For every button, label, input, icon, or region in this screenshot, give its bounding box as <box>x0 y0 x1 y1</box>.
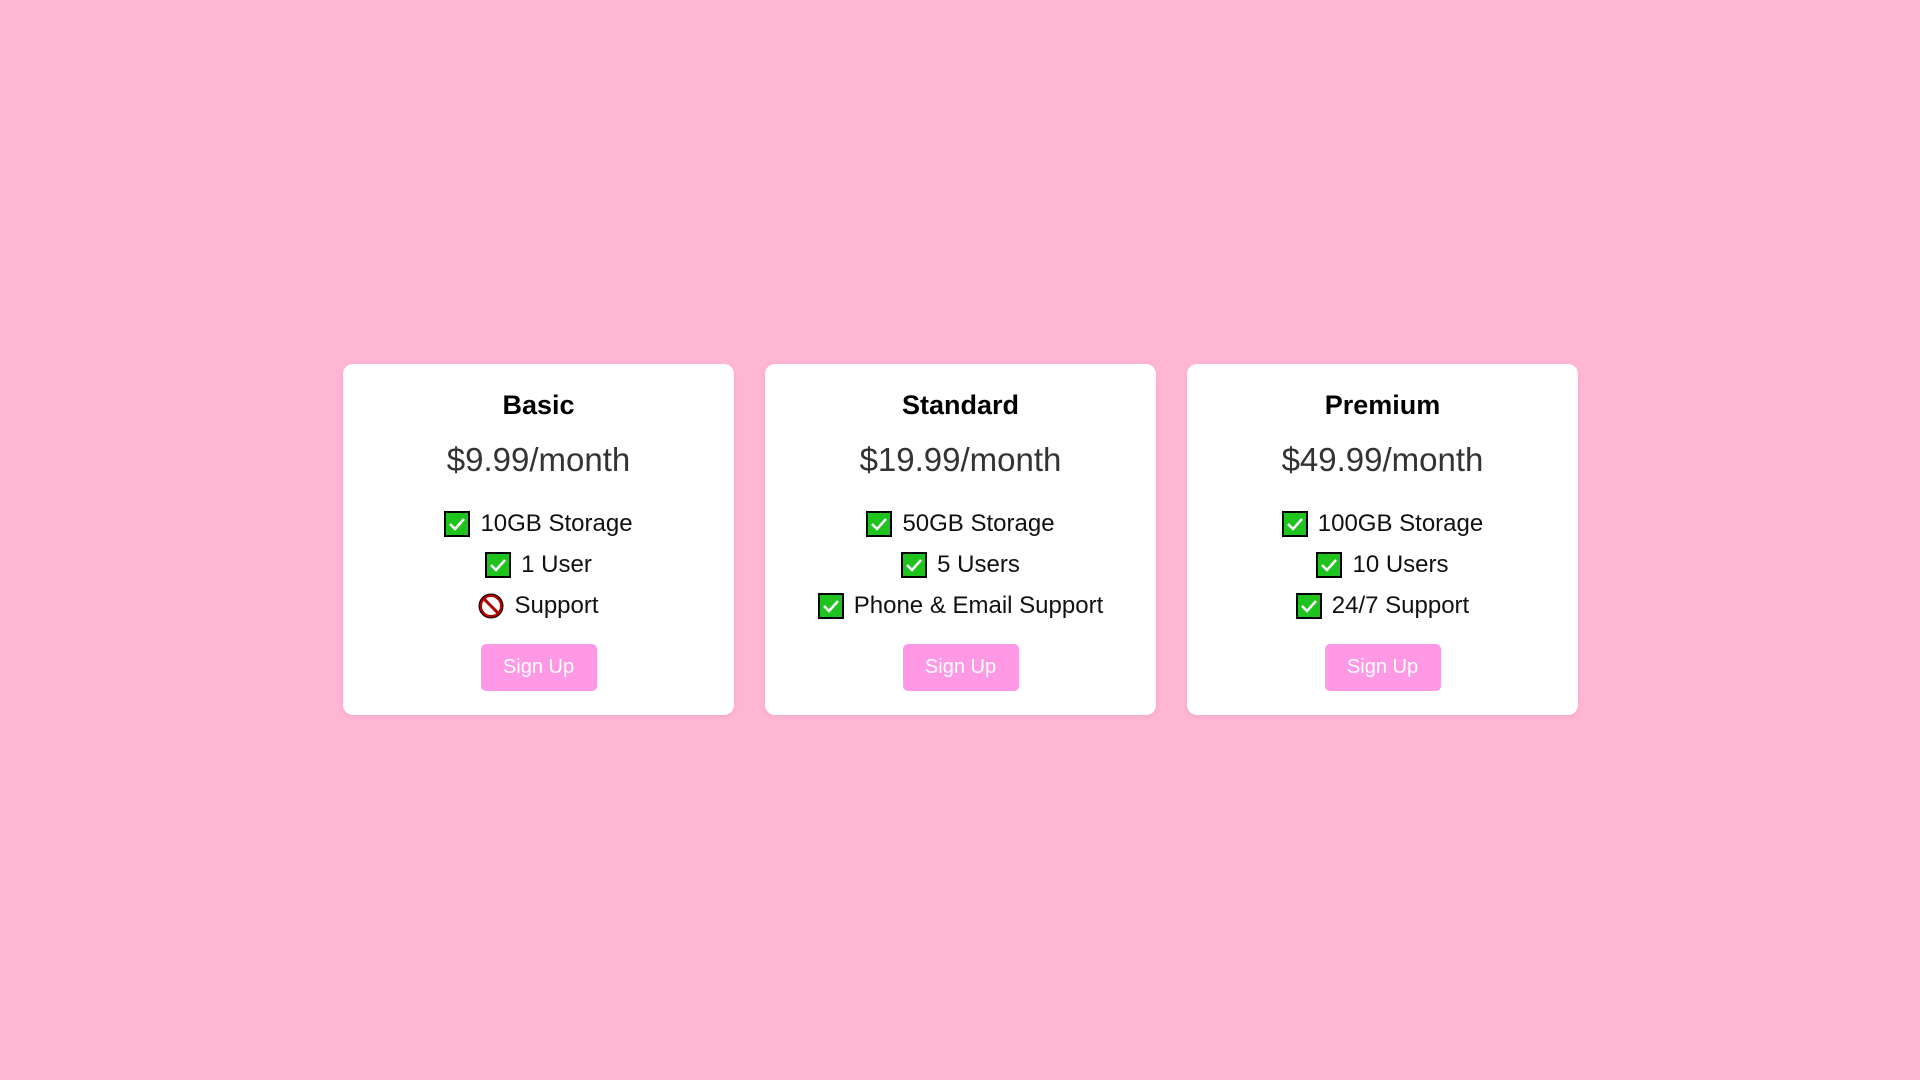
feature-item: 100GB Storage <box>1187 503 1578 544</box>
feature-label: 10GB Storage <box>480 509 633 537</box>
check-icon <box>1281 510 1308 537</box>
check-icon <box>1295 592 1322 619</box>
check-icon <box>817 592 844 619</box>
feature-list: 50GB Storage 5 Users Phone & Email Suppo… <box>765 503 1156 626</box>
feature-list: 100GB Storage 10 Users 24/7 Support <box>1187 503 1578 626</box>
sign-up-button[interactable]: Sign Up <box>902 644 1019 691</box>
feature-item: Phone & Email Support <box>765 585 1156 626</box>
plan-name: Premium <box>1324 390 1441 420</box>
feature-list: 10GB Storage 1 User Support <box>343 503 734 626</box>
plan-price: $19.99/month <box>859 441 1062 478</box>
sign-up-button[interactable]: Sign Up <box>480 644 597 691</box>
plan-card-premium: Premium $49.99/month 100GB Storage 10 Us… <box>1187 364 1578 715</box>
plan-name: Standard <box>901 390 1020 420</box>
check-icon <box>1316 551 1343 578</box>
feature-label: 24/7 Support <box>1331 591 1470 619</box>
feature-label: 5 Users <box>937 550 1020 578</box>
feature-label: 50GB Storage <box>902 509 1055 537</box>
feature-item: 10 Users <box>1187 544 1578 585</box>
check-icon <box>444 510 471 537</box>
check-icon <box>485 551 512 578</box>
check-icon <box>901 551 928 578</box>
plan-card-basic: Basic $9.99/month 10GB Storage 1 User Su… <box>343 364 734 715</box>
feature-label: 10 Users <box>1352 550 1449 578</box>
plan-price: $9.99/month <box>446 441 631 478</box>
sign-up-button[interactable]: Sign Up <box>1324 644 1441 691</box>
feature-label: 1 User <box>521 550 592 578</box>
plan-name: Basic <box>502 390 575 420</box>
check-icon <box>866 510 893 537</box>
feature-label: Phone & Email Support <box>853 591 1104 619</box>
feature-item: 1 User <box>343 544 734 585</box>
feature-item: 10GB Storage <box>343 503 734 544</box>
feature-label: 100GB Storage <box>1317 509 1484 537</box>
feature-item: 24/7 Support <box>1187 585 1578 626</box>
plan-price: $49.99/month <box>1281 441 1484 478</box>
pricing-table: Basic $9.99/month 10GB Storage 1 User Su… <box>343 364 1578 715</box>
feature-item: 50GB Storage <box>765 503 1156 544</box>
plan-card-standard: Standard $19.99/month 50GB Storage 5 Use… <box>765 364 1156 715</box>
feature-item: 5 Users <box>765 544 1156 585</box>
feature-item: Support <box>343 585 734 626</box>
feature-label: Support <box>514 591 599 619</box>
prohibited-icon <box>478 593 504 619</box>
